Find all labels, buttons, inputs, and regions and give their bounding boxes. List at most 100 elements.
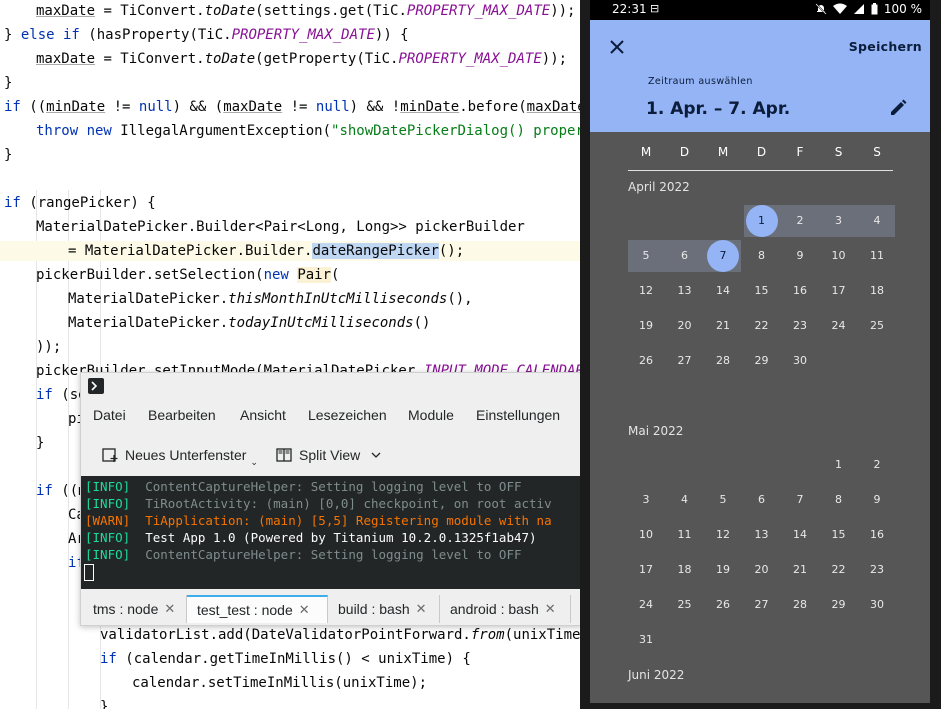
code-token: (( — [20, 99, 47, 115]
code-line: } else if (hasProperty(TiC.PROPERTY_MAX_… — [0, 25, 580, 45]
new-tab-button[interactable]: Neues Unterfenster ⌄ — [101, 441, 258, 469]
code-line: } — [0, 697, 580, 709]
session-tab[interactable]: build : bash ✕ — [328, 595, 440, 623]
calendar-day[interactable]: 18 — [861, 275, 893, 307]
calendar-day[interactable]: 28 — [707, 345, 739, 377]
code-token: MaterialDatePicker. — [68, 315, 229, 331]
signal-icon — [853, 4, 864, 14]
calendar-day[interactable]: 19 — [630, 310, 662, 342]
menu-bearbeiten[interactable]: Bearbeiten — [148, 407, 216, 423]
calendar-day[interactable]: 21 — [707, 310, 739, 342]
calendar-day[interactable]: 20 — [669, 310, 701, 342]
menu-einstellungen[interactable]: Einstellungen — [476, 407, 560, 423]
close-tab-icon[interactable]: ✕ — [164, 601, 175, 617]
menu-module[interactable]: Module — [408, 407, 454, 423]
code-token: todayInUtcMilliseconds — [228, 315, 414, 331]
session-tab[interactable]: tms : node ✕ — [83, 595, 187, 623]
calendar-day[interactable]: 27 — [746, 589, 778, 621]
calendar-day[interactable]: 1 — [823, 449, 855, 481]
calendar-day[interactable]: 16 — [784, 275, 816, 307]
code-token: } — [100, 699, 109, 709]
close-icon[interactable] — [606, 36, 628, 58]
calendar-day[interactable]: 6 — [746, 484, 778, 516]
code-token: != — [105, 99, 139, 115]
calendar-day[interactable]: 30 — [784, 345, 816, 377]
code-token: calendar.setTimeInMillis(unixTime); — [132, 675, 428, 691]
calendar-day[interactable]: 19 — [707, 554, 739, 586]
calendar-day[interactable]: 16 — [861, 519, 893, 551]
calendar-day[interactable]: 9 — [784, 240, 816, 272]
calendar-day[interactable]: 26 — [707, 589, 739, 621]
calendar-day[interactable]: 17 — [823, 275, 855, 307]
split-view-button[interactable]: Split View — [275, 441, 388, 469]
calendar-day[interactable]: 21 — [784, 554, 816, 586]
weekday-label: M — [717, 145, 729, 159]
session-tab[interactable]: test_test : node ✕ — [187, 595, 328, 623]
calendar-day[interactable]: 29 — [746, 345, 778, 377]
calendar-day[interactable]: 24 — [630, 589, 662, 621]
calendar-day[interactable]: 2 — [784, 205, 816, 237]
terminal-output[interactable]: [INFO] ContentCaptureHelper: Setting log… — [81, 476, 581, 589]
code-token: ) && ( — [172, 99, 224, 115]
code-token: (unixTime)); — [504, 627, 580, 643]
edit-icon[interactable] — [888, 98, 908, 118]
save-button[interactable]: Speichern — [849, 39, 922, 54]
menu-lesezeichen[interactable]: Lesezeichen — [308, 407, 387, 423]
code-token: pickerBuilder.setSelection( — [36, 267, 264, 283]
code-token: dateRangePicker — [312, 243, 439, 259]
code-line: if (rangePicker) { — [0, 193, 580, 213]
calendar-day[interactable]: 4 — [861, 205, 893, 237]
calendar-day[interactable]: 27 — [669, 345, 701, 377]
calendar-day[interactable]: 13 — [669, 275, 701, 307]
calendar-day[interactable]: 22 — [746, 310, 778, 342]
calendar-day-selected[interactable]: 7 — [707, 240, 739, 272]
session-tab[interactable]: android : bash ✕ — [440, 595, 571, 623]
calendar-day[interactable]: 8 — [823, 484, 855, 516]
calendar-day[interactable]: 7 — [784, 484, 816, 516]
calendar-day[interactable]: 13 — [746, 519, 778, 551]
weekday-label: S — [873, 145, 881, 159]
code-token: (hasProperty(TiC. — [79, 27, 232, 43]
calendar-day[interactable]: 15 — [746, 275, 778, 307]
calendar-day[interactable]: 12 — [707, 519, 739, 551]
calendar-day-selected[interactable]: 1 — [745, 205, 778, 237]
calendar-day[interactable]: 11 — [861, 240, 893, 272]
calendar-day[interactable]: 18 — [669, 554, 701, 586]
menu-datei[interactable]: Datei — [93, 407, 126, 423]
calendar-day[interactable]: 11 — [669, 519, 701, 551]
calendar-day[interactable]: 12 — [630, 275, 662, 307]
calendar-day[interactable]: 10 — [823, 240, 855, 272]
calendar-day[interactable]: 30 — [861, 589, 893, 621]
calendar-day[interactable]: 17 — [630, 554, 662, 586]
calendar-day[interactable]: 26 — [630, 345, 662, 377]
konsole-window[interactable]: Datei Bearbeiten Ansicht Lesezeichen Mod… — [80, 372, 582, 626]
calendar-day[interactable]: 4 — [669, 484, 701, 516]
calendar-day[interactable]: 29 — [823, 589, 855, 621]
calendar-day[interactable]: 22 — [823, 554, 855, 586]
calendar-day[interactable]: 14 — [707, 275, 739, 307]
calendar-day[interactable]: 6 — [669, 240, 701, 272]
calendar-day[interactable]: 3 — [823, 205, 855, 237]
close-tab-icon[interactable]: ✕ — [545, 601, 556, 617]
calendar-day[interactable]: 2 — [861, 449, 893, 481]
calendar-day[interactable]: 5 — [630, 240, 662, 272]
calendar-day[interactable]: 23 — [784, 310, 816, 342]
calendar-day[interactable]: 5 — [707, 484, 739, 516]
calendar-day[interactable]: 28 — [784, 589, 816, 621]
calendar-day[interactable]: 9 — [861, 484, 893, 516]
calendar-day[interactable]: 24 — [823, 310, 855, 342]
calendar-day[interactable]: 15 — [823, 519, 855, 551]
calendar-day[interactable]: 14 — [784, 519, 816, 551]
close-tab-icon[interactable]: ✕ — [416, 601, 427, 617]
calendar-day[interactable]: 25 — [861, 310, 893, 342]
calendar-day[interactable]: 20 — [746, 554, 778, 586]
menu-ansicht[interactable]: Ansicht — [240, 407, 286, 423]
calendar-day[interactable]: 31 — [630, 624, 662, 656]
calendar-day[interactable]: 8 — [746, 240, 778, 272]
calendar-day[interactable]: 25 — [669, 589, 701, 621]
calendar-day[interactable]: 23 — [861, 554, 893, 586]
calendar-day[interactable]: 10 — [630, 519, 662, 551]
close-tab-icon[interactable]: ✕ — [299, 602, 310, 618]
code-token: (rangePicker) { — [20, 195, 156, 211]
calendar-day[interactable]: 3 — [630, 484, 662, 516]
